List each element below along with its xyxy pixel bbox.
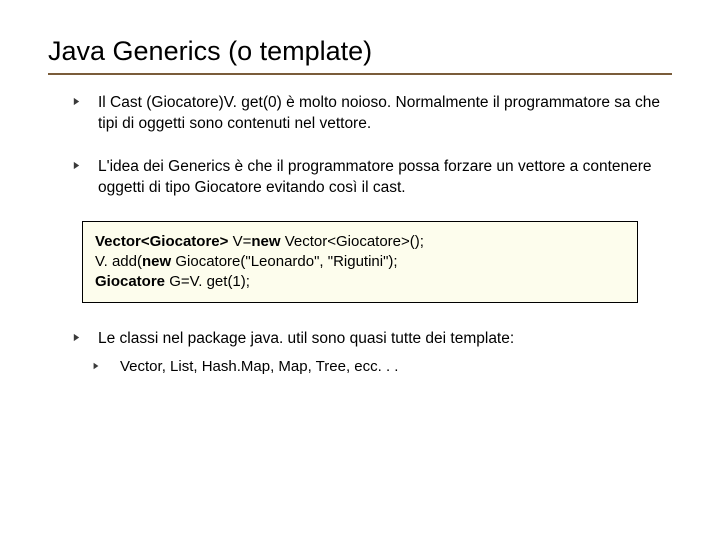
code-line: Giocatore G=V. get(1);: [95, 272, 625, 292]
bullet-item: Le classi nel package java. util sono qu…: [72, 329, 672, 350]
bullet-text: L'idea dei Generics è che il programmato…: [98, 157, 672, 199]
bullet-item: L'idea dei Generics è che il programmato…: [72, 157, 672, 199]
bullet-text: Il Cast (Giocatore)V. get(0) è molto noi…: [98, 93, 672, 135]
slide-title: Java Generics (o template): [48, 36, 672, 67]
code-box: Vector<Giocatore> V=new Vector<Giocatore…: [82, 221, 638, 304]
code-line: V. add(new Giocatore("Leonardo", "Riguti…: [95, 252, 625, 272]
code-line: Vector<Giocatore> V=new Vector<Giocatore…: [95, 232, 625, 252]
chevron-right-icon: [72, 333, 86, 342]
bullet-item: Il Cast (Giocatore)V. get(0) è molto noi…: [72, 93, 672, 135]
chevron-right-icon: [92, 362, 106, 370]
chevron-right-icon: [72, 161, 86, 170]
chevron-right-icon: [72, 97, 86, 106]
title-rule: [48, 73, 672, 75]
sub-bullet-item: Vector, List, Hash.Map, Map, Tree, ecc. …: [92, 358, 672, 375]
sub-bullet-text: Vector, List, Hash.Map, Map, Tree, ecc. …: [120, 358, 398, 375]
bullet-text: Le classi nel package java. util sono qu…: [98, 329, 672, 350]
